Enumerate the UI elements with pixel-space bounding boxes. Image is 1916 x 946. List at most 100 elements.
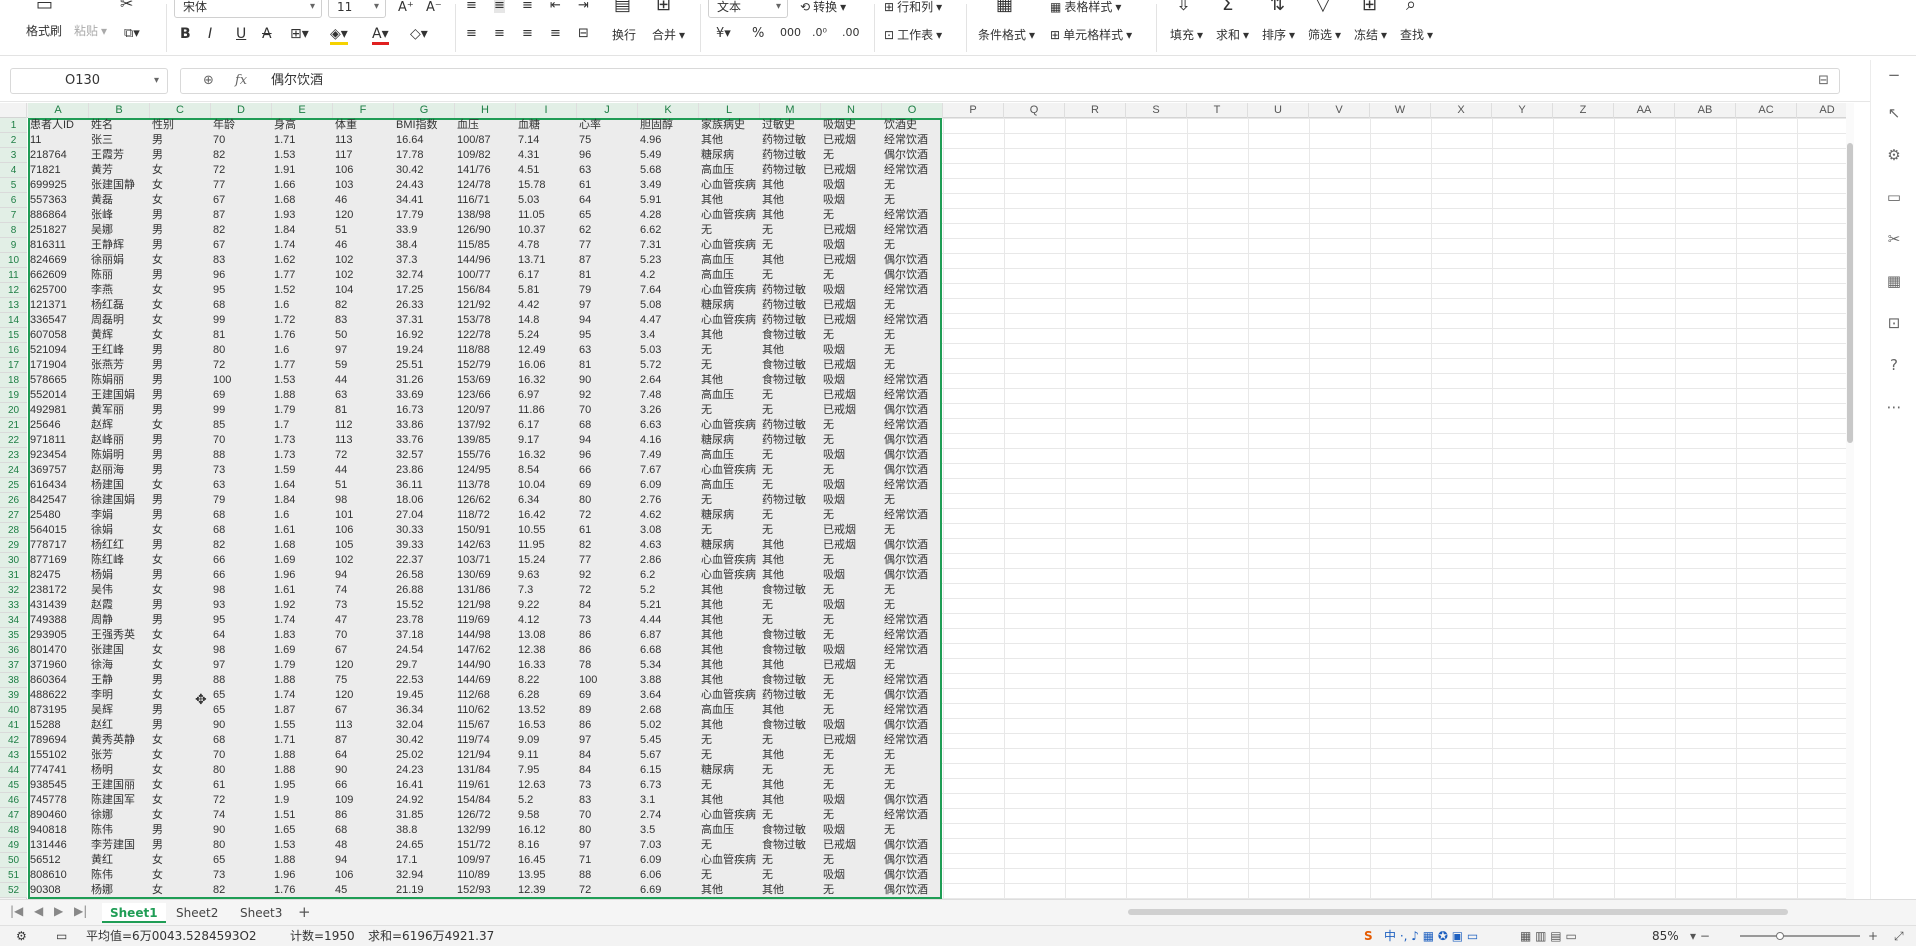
cell[interactable]: 26.33 [394, 298, 455, 313]
cell[interactable]: 徐丽娟 [89, 253, 150, 268]
cell[interactable]: 81 [577, 358, 638, 373]
cell[interactable]: 黄秀英静 [89, 733, 150, 748]
cell[interactable]: 83 [211, 253, 272, 268]
cell[interactable]: 17.79 [394, 208, 455, 223]
cell[interactable]: 吸烟 [821, 718, 882, 733]
cell[interactable]: 女 [150, 328, 211, 343]
row-header[interactable]: 8 [0, 223, 27, 238]
cell[interactable]: 赵红 [89, 718, 150, 733]
cell[interactable]: 59 [333, 358, 394, 373]
cell[interactable]: 胆固醇 [638, 118, 699, 133]
fx-icon[interactable]: fx [235, 69, 247, 93]
cell[interactable]: 88 [211, 673, 272, 688]
cell[interactable]: 1.92 [272, 598, 333, 613]
row-header[interactable]: 27 [0, 508, 27, 523]
cell[interactable]: 偶尔饮酒 [882, 838, 943, 853]
cell[interactable]: 13.95 [516, 868, 577, 883]
cell[interactable]: 94 [333, 853, 394, 868]
cell[interactable]: 无 [821, 853, 882, 868]
cell[interactable]: 48 [333, 838, 394, 853]
cell[interactable]: 124/78 [455, 178, 516, 193]
cell[interactable]: 无 [699, 223, 760, 238]
cell[interactable]: 无 [821, 148, 882, 163]
cell[interactable]: 80 [577, 493, 638, 508]
cell[interactable]: 19.45 [394, 688, 455, 703]
cell[interactable]: 16.45 [516, 853, 577, 868]
cell[interactable]: 男 [150, 343, 211, 358]
vertical-scrollbar[interactable] [1846, 103, 1854, 899]
cell[interactable]: 1.84 [272, 493, 333, 508]
row-header[interactable]: 2 [0, 133, 27, 148]
cell[interactable]: 偶尔饮酒 [882, 568, 943, 583]
cell[interactable]: 24.65 [394, 838, 455, 853]
cell[interactable]: 5.49 [638, 148, 699, 163]
cell[interactable]: 11.95 [516, 538, 577, 553]
cell[interactable]: 男 [150, 208, 211, 223]
cell[interactable]: 高血压 [699, 253, 760, 268]
cell[interactable]: 521094 [28, 343, 89, 358]
cell[interactable]: 男 [150, 388, 211, 403]
cell[interactable]: 940818 [28, 823, 89, 838]
cell[interactable]: 82 [577, 538, 638, 553]
cell[interactable]: 偶尔饮酒 [882, 553, 943, 568]
cell[interactable]: 其他 [699, 373, 760, 388]
cell[interactable]: 1.77 [272, 358, 333, 373]
cell[interactable]: 63 [577, 343, 638, 358]
cell[interactable]: 6.69 [638, 883, 699, 898]
cell[interactable]: BMI指数 [394, 118, 455, 133]
cell[interactable]: 64 [211, 628, 272, 643]
cell[interactable]: 偶尔饮酒 [882, 688, 943, 703]
cell[interactable]: 已戒烟 [821, 223, 882, 238]
cell[interactable]: 2.64 [638, 373, 699, 388]
cell[interactable]: 12.63 [516, 778, 577, 793]
tab-sheet3[interactable]: Sheet3 [232, 903, 290, 923]
cell[interactable]: 高血压 [699, 703, 760, 718]
cell[interactable]: 64 [577, 193, 638, 208]
cell[interactable]: 102 [333, 253, 394, 268]
cell[interactable]: 95 [577, 328, 638, 343]
cell[interactable]: 99 [211, 403, 272, 418]
zoom-in-icon[interactable]: + [1868, 926, 1878, 946]
row-header[interactable]: 23 [0, 448, 27, 463]
cell[interactable]: 男 [150, 148, 211, 163]
cell[interactable]: 王静辉 [89, 238, 150, 253]
cell[interactable]: 女 [150, 883, 211, 898]
cell[interactable]: 王强秀英 [89, 628, 150, 643]
cell[interactable]: 无 [821, 508, 882, 523]
cell[interactable]: 5.91 [638, 193, 699, 208]
cell[interactable]: 吸烟 [821, 493, 882, 508]
cell[interactable]: 7.31 [638, 238, 699, 253]
cell[interactable]: 82 [211, 148, 272, 163]
cell[interactable]: 106 [333, 523, 394, 538]
tools-icon[interactable]: ✂ [1883, 230, 1905, 252]
cell[interactable]: 偶尔饮酒 [882, 718, 943, 733]
cell[interactable]: 113 [333, 433, 394, 448]
cell[interactable]: 10.55 [516, 523, 577, 538]
cell[interactable]: 31.26 [394, 373, 455, 388]
cell[interactable]: 心率 [577, 118, 638, 133]
cell[interactable]: 1.76 [272, 328, 333, 343]
cell[interactable]: 88 [211, 448, 272, 463]
cell[interactable]: 77 [577, 553, 638, 568]
cell[interactable]: 赵丽海 [89, 463, 150, 478]
cell[interactable]: 81 [577, 268, 638, 283]
cell[interactable]: 无 [760, 463, 821, 478]
cell[interactable]: 4.12 [516, 613, 577, 628]
cell[interactable]: 无 [699, 493, 760, 508]
cell[interactable]: 789694 [28, 733, 89, 748]
column-header-A[interactable]: A [28, 103, 89, 118]
cell[interactable]: 100 [577, 673, 638, 688]
cell[interactable]: 1.6 [272, 343, 333, 358]
cell[interactable]: 其他 [699, 193, 760, 208]
cell[interactable]: 经常饮酒 [882, 508, 943, 523]
increase-decimal-icon[interactable]: .0⁰ [812, 26, 827, 39]
cell[interactable]: 5.72 [638, 358, 699, 373]
cell[interactable]: 72 [333, 448, 394, 463]
cell[interactable]: 33.69 [394, 388, 455, 403]
column-header-AA[interactable]: AA [1614, 103, 1675, 118]
cell[interactable]: 无 [760, 403, 821, 418]
cell[interactable]: 293905 [28, 628, 89, 643]
align-middle-icon[interactable]: ≡ [494, 0, 505, 13]
cell[interactable]: 32.04 [394, 718, 455, 733]
cell[interactable]: 其他 [760, 658, 821, 673]
